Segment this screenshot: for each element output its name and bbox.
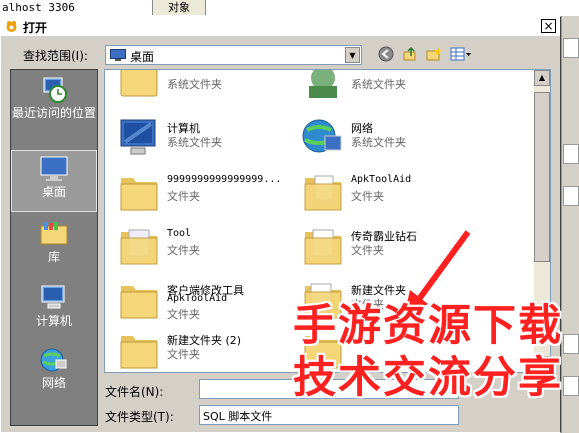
folder-icon <box>304 229 342 265</box>
recent-icon <box>43 77 67 103</box>
file-type: 系统文件夹 <box>351 78 406 91</box>
list-item[interactable]: 系统文件夹 <box>295 70 475 104</box>
place-label: 网络 <box>41 376 66 390</box>
background-block <box>563 144 579 164</box>
file-type: 系统文件夹 <box>167 136 222 149</box>
place-library[interactable]: 库 <box>11 216 97 278</box>
computer-icon <box>120 119 156 155</box>
file-type: 文件夹 <box>167 190 200 203</box>
place-label: 计算机 <box>35 314 72 328</box>
back-arrow-icon[interactable] <box>377 46 395 64</box>
file-type: 文件夹 <box>351 244 384 257</box>
chevron-down-icon[interactable]: ▼ <box>345 47 360 63</box>
file-name-second-line: ApkToolAid <box>167 293 228 304</box>
file-name: 9999999999999999... <box>167 174 282 185</box>
background-host-text: alhost 3306 <box>2 1 75 14</box>
file-type: 系统文件夹 <box>167 78 222 91</box>
place-recent[interactable]: 最近访问的位置 <box>11 72 97 134</box>
look-in-label: 查找范围(I): <box>23 49 88 63</box>
file-type: 文件夹 <box>167 308 200 321</box>
title-bar[interactable]: 打开 × <box>1 17 560 36</box>
file-type: 文件夹 <box>167 348 200 361</box>
view-menu-icon[interactable] <box>449 46 473 64</box>
place-label: 最近访问的位置 <box>11 106 96 120</box>
places-bar: 最近访问的位置 桌面 库 计算机 网络 <box>10 69 98 426</box>
look-in-dropdown[interactable]: 桌面 ▼ <box>105 45 362 65</box>
folder-icon <box>120 336 158 369</box>
file-name: Tool <box>167 228 192 239</box>
folder-icon <box>120 229 158 265</box>
place-network[interactable]: 网络 <box>11 342 97 404</box>
library-icon <box>40 222 68 245</box>
file-type-label: 文件类型(T): <box>105 410 174 424</box>
list-item[interactable]: 系统文件夹 <box>111 70 291 104</box>
file-type-dropdown[interactable]: SQL 脚本文件 <box>199 405 459 425</box>
scroll-thumb[interactable] <box>534 92 550 262</box>
dialog-title: 打开 <box>23 21 48 35</box>
file-type: 系统文件夹 <box>351 136 406 149</box>
place-computer[interactable]: 计算机 <box>11 280 97 342</box>
network-icon <box>40 348 67 372</box>
watermark-line-1: 手游资源下载 <box>293 301 563 351</box>
place-label: 桌面 <box>41 185 66 199</box>
list-item[interactable]: Tool 文件夹 <box>111 222 291 270</box>
close-button[interactable]: × <box>541 19 556 33</box>
desktop-icon <box>40 156 68 181</box>
look-in-value: 桌面 <box>130 50 155 64</box>
place-label: 库 <box>47 250 60 264</box>
user-folder-icon <box>309 70 337 98</box>
file-name: ApkToolAid <box>351 174 412 185</box>
background-block <box>563 186 579 206</box>
watermark-line-2: 技术交流分享 <box>293 353 563 403</box>
place-desktop[interactable]: 桌面 <box>11 150 97 212</box>
file-type-value: SQL 脚本文件 <box>203 410 273 423</box>
folder-icon <box>120 178 158 211</box>
library-folder-icon <box>120 70 158 97</box>
desktop-icon <box>110 49 126 61</box>
network-icon <box>302 119 342 153</box>
folder-icon <box>304 175 342 211</box>
background-app-strip: alhost 3306 对象 <box>0 0 579 17</box>
app-icon <box>6 21 17 32</box>
list-item[interactable]: 客户端修改工具 ApkToolAid 文件夹 <box>111 276 291 324</box>
watermark: 手游资源下载 技术交流分享 <box>278 300 578 404</box>
up-folder-icon[interactable] <box>401 46 419 64</box>
scroll-up-button[interactable]: ▲ <box>534 70 550 86</box>
list-item[interactable]: 新建文件夹 (2) 文件夹 <box>111 326 291 372</box>
new-folder-icon[interactable] <box>425 46 443 64</box>
list-item[interactable]: 计算机 系统文件夹 <box>111 114 291 162</box>
background-block <box>563 38 579 58</box>
file-type: 文件夹 <box>167 244 200 257</box>
folder-icon <box>120 286 158 319</box>
computer-icon <box>41 285 65 309</box>
list-item[interactable]: 9999999999999999... 文件夹 <box>111 168 291 216</box>
background-tab[interactable]: 对象 <box>152 0 206 15</box>
list-item[interactable]: ApkToolAid 文件夹 <box>295 168 475 216</box>
list-item[interactable]: 网络 系统文件夹 <box>295 114 475 162</box>
file-name-label: 文件名(N): <box>105 385 164 399</box>
file-type: 文件夹 <box>351 190 384 203</box>
